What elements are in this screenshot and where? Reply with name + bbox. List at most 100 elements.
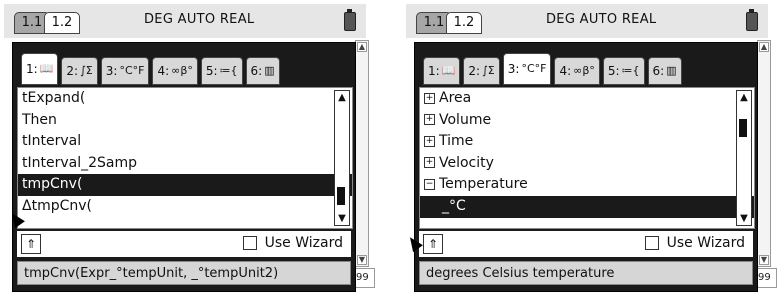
collapse-icon[interactable]: ⇑ (423, 234, 443, 254)
catalog-tab-2[interactable]: 2: ∫Σ (61, 57, 98, 85)
catalog-tab-number: 5: (607, 64, 620, 78)
symbols-icon: ∞β° (171, 64, 193, 77)
catalog-tab-4[interactable]: 4: ∞β° (554, 57, 600, 85)
catalog-tab-6[interactable]: 6: ▥ (647, 57, 682, 85)
catalog-tab-5[interactable]: 5: ≔{ (602, 57, 645, 85)
page-edge-value: 99 (757, 268, 777, 288)
list-item-label: Volume (439, 111, 492, 128)
list-item-label: Temperature (439, 176, 528, 193)
list-item-category[interactable]: + Volume (420, 110, 754, 132)
use-wizard-checkbox[interactable] (644, 236, 659, 250)
library-icon: ▥ (666, 64, 677, 77)
units-icon: °C°F (521, 62, 547, 75)
scroll-thumb[interactable] (337, 187, 345, 205)
catalog-tabs: 1: 📖 2: ∫Σ 3: °C°F 4: ∞β° 5: ≔{ 6: ▥ (21, 53, 280, 85)
calculus-icon: ∫Σ (482, 64, 495, 77)
catalog-tab-2[interactable]: 2: ∫Σ (463, 57, 500, 85)
mode-status: DEG AUTO REAL (144, 12, 255, 27)
catalog-tab-number: 4: (559, 64, 572, 78)
expand-icon[interactable]: + (424, 157, 435, 169)
catalog-tab-6[interactable]: 6: ▥ (245, 57, 280, 85)
catalog-tab-4[interactable]: 4: ∞β° (152, 57, 198, 85)
list-item[interactable]: tInterval_2Samp (18, 153, 352, 175)
list-item[interactable]: tExpand( (18, 88, 352, 110)
catalog-tab-number: 2: (468, 64, 481, 78)
list-scrollbar[interactable]: ▲ ▼ (334, 90, 350, 226)
catalog-dialog: 1: 📖 2: ∫Σ 3: °C°F 4: ∞β° 5: ≔{ 6: ▥ (414, 42, 758, 292)
dialog-controls: ⇑ Use Wizard (17, 231, 351, 257)
catalog-tab-1[interactable]: 1: 📖 (21, 53, 59, 85)
scroll-up-icon[interactable]: ▲ (759, 42, 769, 52)
list-item-category[interactable]: + Area (420, 88, 754, 110)
catalog-tab-1[interactable]: 1: 📖 (423, 57, 461, 85)
catalog-tab-number: 2: (66, 64, 79, 78)
tab-page-1-2[interactable]: 1.2 (446, 12, 482, 34)
collapse-icon[interactable]: ⇑ (21, 234, 41, 254)
catalog-tab-number: 6: (250, 64, 263, 78)
symbols-icon: ∞β° (573, 64, 595, 77)
scroll-thumb[interactable] (739, 119, 747, 137)
use-wizard-label: Use Wizard (264, 235, 343, 251)
list-scrollbar[interactable]: ▲ ▼ (736, 90, 752, 226)
scroll-down-icon[interactable]: ▼ (357, 255, 367, 265)
chevron-up-icon[interactable]: ▲ (336, 92, 348, 103)
calculator-screen-left: 1.1 1.2 DEG AUTO REAL ▲ ▼ 99 1: 📖 2: ∫Σ … (0, 0, 375, 292)
catalog-tabs: 1: 📖 2: ∫Σ 3: °C°F 4: ∞β° 5: ≔{ 6: ▥ (423, 53, 682, 85)
command-list[interactable]: tExpand( Then tInterval tInterval_2Samp … (17, 87, 353, 229)
book-icon: 📖 (39, 62, 54, 75)
calculator-screen-right: 1.1 1.2 DEG AUTO REAL ▲ ▼ 99 1: 📖 2: ∫Σ … (402, 0, 777, 292)
list-item-label: Velocity (439, 154, 494, 171)
page-scrollbar[interactable]: ▲ ▼ (355, 40, 369, 267)
page-edge-value: 99 (355, 268, 375, 288)
catalog-tab-number: 3: (507, 62, 520, 76)
catalog-tab-number: 6: (652, 64, 665, 78)
calculus-icon: ∫Σ (80, 64, 93, 77)
list-item-selected[interactable]: _°C (420, 195, 754, 218)
templates-icon: ≔{ (219, 64, 238, 77)
list-item-label: Time (439, 133, 474, 150)
collapse-tree-icon[interactable]: − (424, 178, 435, 190)
chevron-down-icon[interactable]: ▼ (336, 213, 348, 224)
use-wizard-toggle[interactable]: Use Wizard (644, 235, 745, 251)
list-item-label: Area (439, 90, 472, 106)
list-item-category[interactable]: − Temperature (420, 174, 754, 196)
scroll-down-icon[interactable]: ▼ (759, 255, 769, 265)
unit-list[interactable]: + Area + Volume + Time + Velocity − Temperatu… (419, 87, 755, 229)
use-wizard-label: Use Wizard (666, 235, 745, 251)
syntax-help: degrees Celsius temperature (419, 261, 753, 285)
catalog-tab-3[interactable]: 3: °C°F (502, 53, 552, 85)
chevron-up-icon[interactable]: ▲ (738, 92, 750, 103)
expand-icon[interactable]: + (424, 92, 435, 104)
syntax-help: tmpCnv(Expr_°tempUnit, _°tempUnit2) (17, 261, 351, 285)
expand-icon[interactable]: + (424, 114, 435, 126)
catalog-tab-number: 1: (26, 62, 38, 76)
catalog-dialog: 1: 📖 2: ∫Σ 3: °C°F 4: ∞β° 5: ≔{ 6: ▥ (12, 42, 356, 292)
catalog-tab-5[interactable]: 5: ≔{ (200, 57, 243, 85)
catalog-tab-number: 5: (205, 64, 218, 78)
dialog-controls: ⇑ Use Wizard (419, 231, 753, 257)
list-item[interactable]: ΔtmpCnv( (18, 196, 352, 218)
list-item-category[interactable]: + Time (420, 131, 754, 153)
units-icon: °C°F (119, 64, 145, 77)
tab-page-1-2[interactable]: 1.2 (44, 12, 80, 34)
expand-icon[interactable]: + (424, 135, 435, 147)
catalog-tab-3[interactable]: 3: °C°F (100, 57, 150, 85)
catalog-tab-number: 4: (157, 64, 170, 78)
library-icon: ▥ (264, 64, 275, 77)
use-wizard-checkbox[interactable] (242, 236, 257, 250)
document-tab-bar: 1.1 1.2 DEG AUTO REAL (4, 4, 366, 38)
battery-icon (344, 9, 356, 31)
list-item[interactable]: Then (18, 110, 352, 132)
catalog-tab-number: 1: (428, 64, 440, 78)
list-item[interactable]: tInterval (18, 131, 352, 153)
document-tab-bar: 1.1 1.2 DEG AUTO REAL (406, 4, 768, 38)
scroll-up-icon[interactable]: ▲ (357, 42, 367, 52)
chevron-down-icon[interactable]: ▼ (738, 213, 750, 224)
use-wizard-toggle[interactable]: Use Wizard (242, 235, 343, 251)
book-icon: 📖 (441, 64, 456, 77)
list-item-category[interactable]: + Velocity (420, 153, 754, 175)
templates-icon: ≔{ (621, 64, 640, 77)
page-scrollbar[interactable]: ▲ ▼ (757, 40, 771, 267)
list-item-selected[interactable]: tmpCnv( (18, 174, 352, 196)
battery-icon (746, 9, 758, 31)
